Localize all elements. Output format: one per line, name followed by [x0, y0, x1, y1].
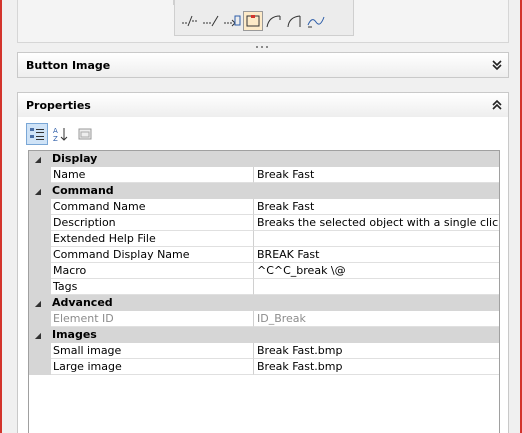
arc-icon[interactable] [264, 11, 284, 31]
chevron-double-up-icon[interactable] [490, 98, 504, 112]
property-grid-empty-area [28, 375, 500, 433]
property-value[interactable]: BREAK Fast [254, 247, 499, 263]
category-display[interactable]: ◢ Display [29, 151, 499, 167]
property-name: Command Name [51, 199, 254, 215]
category-label: Command [52, 184, 114, 197]
property-name: Tags [51, 279, 254, 295]
property-value[interactable]: Breaks the selected object with a single… [254, 215, 499, 231]
property-name: Name [51, 167, 254, 183]
collapse-triangle-icon[interactable]: ◢ [29, 327, 47, 343]
property-value: ID_Break [254, 311, 499, 327]
category-label: Advanced [52, 296, 113, 309]
properties-toolbar: AZ [26, 123, 96, 145]
curve-icon[interactable] [285, 11, 305, 31]
property-value[interactable]: Break Fast.bmp [254, 343, 499, 359]
property-row-tags[interactable]: Tags [29, 279, 499, 295]
category-label: Display [52, 152, 98, 165]
properties-header[interactable]: Properties [17, 92, 509, 118]
properties-title: Properties [26, 99, 91, 112]
category-command[interactable]: ◢ Command [29, 183, 499, 199]
button-image-title: Button Image [26, 59, 111, 72]
svg-text:A: A [53, 127, 58, 135]
button-image-header[interactable]: Button Image [17, 52, 509, 78]
property-name: Element ID [51, 311, 254, 327]
property-value[interactable] [254, 279, 499, 295]
property-row-display-name[interactable]: Command Display Name BREAK Fast [29, 247, 499, 263]
property-value[interactable] [254, 231, 499, 247]
polyline-icon[interactable] [180, 11, 200, 31]
property-row-small-image[interactable]: Small image Break Fast.bmp [29, 343, 499, 359]
property-row-macro[interactable]: Macro ^C^C_break \@ [29, 263, 499, 279]
property-name: Large image [51, 359, 254, 375]
property-value[interactable]: Break Fast [254, 167, 499, 183]
property-name: Command Display Name [51, 247, 254, 263]
preview-panel [17, 0, 509, 43]
property-name: Extended Help File [51, 231, 254, 247]
arrow-rect-icon[interactable] [222, 11, 242, 31]
property-row-element-id[interactable]: Element ID ID_Break [29, 311, 499, 327]
property-name: Small image [51, 343, 254, 359]
property-name: Macro [51, 263, 254, 279]
properties-panel: AZ ◢ Display Name Break Fast ◢ Command C… [17, 117, 509, 433]
property-row-description[interactable]: Description Breaks the selected object w… [29, 215, 499, 231]
spline-icon[interactable] [306, 11, 326, 31]
chevron-double-down-icon[interactable] [490, 58, 504, 72]
category-advanced[interactable]: ◢ Advanced [29, 295, 499, 311]
toolbar-preview [174, 0, 354, 36]
category-label: Images [52, 328, 97, 341]
property-value[interactable]: Break Fast [254, 199, 499, 215]
svg-text:Z: Z [53, 135, 58, 142]
property-row-name[interactable]: Name Break Fast [29, 167, 499, 183]
collapse-triangle-icon[interactable]: ◢ [29, 151, 47, 167]
alphabetical-icon[interactable]: AZ [50, 123, 72, 145]
property-pages-icon[interactable] [74, 123, 96, 145]
rectangle-icon[interactable] [243, 11, 263, 31]
property-row-extended-help[interactable]: Extended Help File [29, 231, 499, 247]
category-images[interactable]: ◢ Images [29, 327, 499, 343]
property-row-command-name[interactable]: Command Name Break Fast [29, 199, 499, 215]
property-grid: ◢ Display Name Break Fast ◢ Command Comm… [28, 150, 500, 375]
categorized-icon[interactable] [26, 123, 48, 145]
property-name: Description [51, 215, 254, 231]
property-row-large-image[interactable]: Large image Break Fast.bmp [29, 359, 499, 375]
panel-splitter[interactable] [17, 43, 509, 50]
window-border-left [0, 0, 2, 433]
collapse-triangle-icon[interactable]: ◢ [29, 295, 47, 311]
collapse-triangle-icon[interactable]: ◢ [29, 183, 47, 199]
property-value[interactable]: ^C^C_break \@ [254, 263, 499, 279]
dashed-line-icon[interactable] [201, 11, 221, 31]
property-value[interactable]: Break Fast.bmp [254, 359, 499, 375]
